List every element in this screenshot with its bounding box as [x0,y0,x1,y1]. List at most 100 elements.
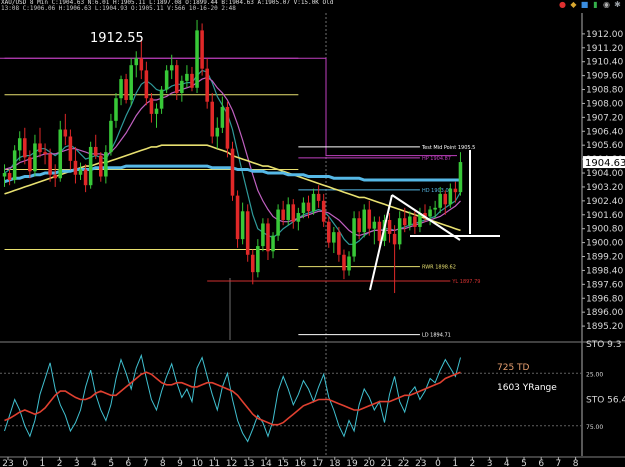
quote-sub-line: 13:08 C:1906.06 H:1906.63 L:1904.93 O:19… [1,5,236,12]
price-tick-label: 1895.20 [586,322,623,332]
price-tick-label: 1899.20 [586,253,623,263]
time-tick-label: 19 [346,459,358,467]
level-label: HD 1903.03 [422,188,452,194]
sto-top-label: STO 9.3 [586,340,621,350]
candle-body [240,211,245,240]
candle-body [276,209,280,236]
price-tick-label: 1900.80 [586,225,623,235]
candle-body [261,223,265,247]
candle-body [48,153,52,175]
time-tick-label: 16 [295,459,307,467]
level-label: YL 1897.79 [451,279,480,285]
candle-body [2,173,7,177]
price-tag-icon[interactable]: ◆ [568,0,579,10]
candle-body [215,127,220,137]
candle-body [185,73,189,81]
candle-body [443,193,448,205]
candle-body [93,146,98,156]
candle-body [306,202,311,212]
bar-chart-icon[interactable]: ▮ [590,0,601,10]
candle-body [235,195,240,240]
candle-body [433,207,437,210]
time-tick-label: 22 [398,459,409,467]
level-label: LD 1894.71 [422,333,451,339]
time-tick-label: 21 [381,459,392,467]
candle-body [154,108,159,114]
candle-body [68,136,73,161]
price-tick-label: 1898.40 [586,266,623,276]
price-tick-label: 1904.00 [586,169,623,179]
candle-body [104,152,108,177]
quote-header: XAU/USD 8 Min C:1904.63 N:6.01 H:1905.11… [0,0,625,12]
time-tick-label: 23 [415,459,426,467]
candle-body [83,169,88,186]
time-tick-label: 4 [504,459,510,467]
time-tick-label: 15 [277,459,288,467]
time-tick-label: 14 [260,459,272,467]
time-tick-label: 0 [435,459,441,467]
candle-body [362,209,366,233]
time-tick-label: 20 [363,459,375,467]
candle-body [169,65,174,71]
drop-icon[interactable]: ● [557,0,568,10]
candle-body [195,30,199,88]
time-tick-label: 0 [22,459,28,467]
candle-body [28,157,32,172]
time-tick-label: 5 [108,459,114,467]
time-tick-label: 2 [57,459,63,467]
candle-body [180,80,184,94]
candle-body [7,173,12,180]
time-tick-label: 5 [521,459,527,467]
candle-body [296,213,301,222]
candle-body [200,30,204,69]
candle-body [109,120,113,153]
time-tick-label: 10 [191,459,203,467]
candle-body [114,98,118,121]
candle-body [402,218,407,226]
level-label: RWR 1898.62 [422,265,456,271]
candle-body [12,150,17,180]
candle-body [139,58,144,71]
peak-price-annotation: 1912.55 [90,31,144,46]
candle-body [301,202,306,214]
candle-body [129,65,133,100]
candle-body [23,138,27,158]
candle-body [271,235,275,252]
candle-body [347,256,351,271]
candle-body [119,79,123,99]
candle-body [256,246,260,273]
candle-body [413,216,417,227]
candle-body [392,233,397,245]
price-tick-label: 1909.60 [586,72,623,82]
candle-body [17,138,22,151]
time-tick-label: 1 [452,459,458,467]
candle-body [245,211,250,255]
candle-body [397,218,402,245]
candle-body [149,98,154,114]
time-tick-label: 3 [487,459,493,467]
time-tick-label: 6 [126,459,132,467]
candle-body [332,232,336,243]
candle-body [205,68,209,102]
candle-body [458,162,463,193]
calendar-icon[interactable]: ■ [579,0,590,10]
candle-body [144,70,149,99]
last-price-label: 1904.63 [585,158,625,169]
candle-body [250,254,255,273]
candle-body [316,193,321,201]
candle-body [38,143,42,153]
candle-body [159,89,164,109]
candle-body [210,101,215,137]
gear-icon[interactable]: ✱ [612,0,623,10]
candle-body [453,188,458,193]
price-tick-label: 1907.20 [586,113,623,123]
price-tick-label: 1911.20 [586,44,623,54]
candle-body [311,193,316,212]
candle-body [387,219,392,234]
candle-body [337,232,341,255]
time-tick-label: 12 [226,459,237,467]
candle-body [266,223,270,252]
candle-body [134,58,139,66]
candle-body [230,148,235,196]
magnify-icon[interactable]: ◉ [601,0,612,10]
